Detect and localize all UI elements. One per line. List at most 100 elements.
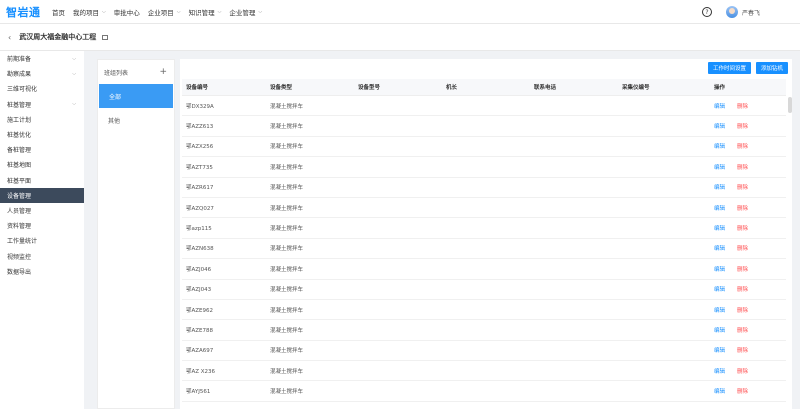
delete-link[interactable]: 删除 (737, 387, 748, 395)
project-switch-icon[interactable] (102, 34, 109, 40)
delete-link[interactable]: 删除 (737, 326, 748, 334)
delete-link[interactable]: 删除 (737, 367, 748, 375)
delete-link[interactable]: 删除 (737, 204, 748, 212)
actions-cell: 编辑 删除 (714, 285, 786, 293)
edit-link[interactable]: 编辑 (714, 204, 725, 212)
add-machine-button[interactable]: 添加钻机 (755, 62, 788, 74)
table-row: 鄂AZQ027 混凝土搅拌车 编辑 删除 (182, 198, 786, 219)
sidebar-item-label: 工作量统计 (7, 238, 38, 246)
edit-link[interactable]: 编辑 (714, 265, 725, 273)
device-type-cell: 混凝土搅拌车 (270, 266, 304, 273)
edit-link[interactable]: 编辑 (714, 326, 725, 334)
group-item-1[interactable]: 其他 (98, 108, 174, 132)
nav-item-3[interactable]: 企业项目 ⌵ (148, 7, 181, 17)
sidebar-item-0[interactable]: 前期准备 ⌵ (0, 51, 84, 66)
sidebar-item-6[interactable]: 备桩管理 (0, 142, 84, 157)
sidebar-item-4[interactable]: 施工计划 (0, 112, 84, 127)
nav-item-label: 我的项目 (73, 8, 99, 17)
device-id-cell: 鄂AZR617 (186, 185, 214, 192)
delete-link[interactable]: 删除 (737, 163, 748, 171)
device-type-cell: 混凝土搅拌车 (270, 307, 304, 314)
sidebar-item-9[interactable]: 设备管理 (0, 187, 84, 203)
actions-cell: 编辑 删除 (714, 387, 786, 395)
device-type-cell: 混凝土搅拌车 (270, 327, 304, 334)
nav-item-5[interactable]: 企业管理 ⌵ (229, 7, 262, 17)
sidebar-item-3[interactable]: 桩基管理 ⌵ (0, 97, 84, 112)
device-id-cell: 鄂AYJ561 (186, 389, 211, 396)
edit-link[interactable]: 编辑 (714, 183, 725, 191)
actions-cell: 编辑 删除 (714, 102, 786, 110)
edit-link[interactable]: 编辑 (714, 224, 725, 232)
nav-item-label: 审批中心 (113, 8, 140, 17)
delete-link[interactable]: 删除 (737, 285, 748, 293)
edit-link[interactable]: 编辑 (714, 163, 725, 171)
table-scrollbar[interactable] (788, 97, 792, 113)
sidebar-item-12[interactable]: 工作量统计 (0, 233, 84, 248)
main-nav: 首页 我的项目 ⌵ 审批中心 企业项目 ⌵ 知识管理 ⌵ 企业管理 ⌵ (44, 7, 262, 17)
group-item-0[interactable]: 全部 (99, 84, 173, 108)
sidebar-item-label: 数据导出 (7, 268, 32, 276)
delete-link[interactable]: 删除 (737, 265, 748, 273)
sidebar-item-8[interactable]: 桩基平面 (0, 173, 84, 188)
edit-link[interactable]: 编辑 (714, 244, 725, 252)
edit-link[interactable]: 编辑 (714, 367, 725, 375)
delete-link[interactable]: 删除 (737, 183, 748, 191)
top-nav-bar: 智岩通 首页 我的项目 ⌵ 审批中心 企业项目 ⌵ 知识管理 ⌵ 企业管理 ⌵ ? 严春飞 (0, 0, 800, 24)
sidebar-item-1[interactable]: 勘察成果 ⌵ (0, 66, 84, 81)
delete-link[interactable]: 删除 (737, 244, 748, 252)
sidebar-item-10[interactable]: 人员管理 (0, 203, 84, 218)
sidebar-item-13[interactable]: 视频监控 (0, 248, 84, 263)
avatar[interactable] (725, 6, 738, 18)
chevron-down-icon: ⌵ (176, 8, 181, 15)
delete-link[interactable]: 删除 (737, 102, 748, 110)
top-right-area: ? 严春飞 (701, 0, 760, 24)
edit-link[interactable]: 编辑 (714, 387, 725, 395)
device-type-cell: 混凝土搅拌车 (270, 226, 304, 233)
edit-link[interactable]: 编辑 (714, 122, 725, 130)
nav-item-4[interactable]: 知识管理 ⌵ (189, 7, 222, 17)
delete-link[interactable]: 删除 (737, 142, 748, 150)
edit-link[interactable]: 编辑 (714, 102, 725, 110)
column-header: 设备类型 (270, 85, 293, 91)
logo[interactable]: 智岩通 (6, 4, 44, 20)
worktime-settings-button[interactable]: 工作时间设置 (707, 62, 751, 74)
sidebar-item-label: 桩基平面 (7, 177, 32, 185)
add-group-icon[interactable]: + (159, 67, 167, 77)
user-menu[interactable]: 严春飞 (725, 6, 760, 18)
nav-item-2[interactable]: 审批中心 (114, 7, 140, 17)
edit-link[interactable]: 编辑 (714, 285, 725, 293)
device-table-panel: 工作时间设置 添加钻机 设备编号 设备类型 设备型号 机长 联系电话 采集仪编号 操作 鄂D… (180, 59, 792, 409)
device-type-cell: 混凝土搅拌车 (270, 389, 304, 396)
device-type-cell: 混凝土搅拌车 (270, 287, 304, 294)
sidebar-item-2[interactable]: 三维可视化 (0, 81, 84, 96)
chevron-down-icon: ⌵ (102, 8, 106, 15)
delete-link[interactable]: 删除 (737, 346, 748, 354)
device-id-cell: 鄂AZJ046 (186, 266, 212, 273)
nav-item-0[interactable]: 首页 (52, 7, 65, 17)
project-title: 武汉周大福金融中心工程 (19, 33, 97, 41)
sidebar-item-7[interactable]: 桩基地图 (0, 157, 84, 172)
sidebar-item-label: 施工计划 (7, 116, 32, 124)
device-type-cell: 混凝土搅拌车 (270, 205, 304, 212)
device-id-cell: 鄂AZA697 (186, 348, 214, 355)
back-icon[interactable]: ‹ (8, 33, 11, 42)
device-id-cell: 鄂AZE962 (186, 307, 214, 314)
edit-link[interactable]: 编辑 (714, 306, 725, 314)
actions-cell: 编辑 删除 (714, 265, 786, 273)
sidebar-item-11[interactable]: 资料管理 (0, 218, 84, 233)
device-id-cell: 鄂azp115 (186, 226, 212, 233)
delete-link[interactable]: 删除 (737, 224, 748, 232)
nav-item-1[interactable]: 我的项目 ⌵ (73, 7, 106, 17)
sidebar-item-5[interactable]: 桩基优化 (0, 127, 84, 142)
delete-link[interactable]: 删除 (737, 306, 748, 314)
device-id-cell: 鄂AZJ043 (186, 287, 212, 294)
column-header: 设备型号 (358, 85, 381, 91)
delete-link[interactable]: 删除 (737, 122, 748, 130)
group-list-panel: 班组列表 + 全部 其他 (97, 59, 175, 409)
edit-link[interactable]: 编辑 (714, 142, 725, 150)
help-icon[interactable]: ? (701, 7, 712, 17)
edit-link[interactable]: 编辑 (714, 346, 725, 354)
actions-cell: 编辑 删除 (714, 183, 786, 191)
sidebar-item-label: 视频监控 (7, 253, 32, 261)
sidebar-item-14[interactable]: 数据导出 (0, 264, 84, 279)
